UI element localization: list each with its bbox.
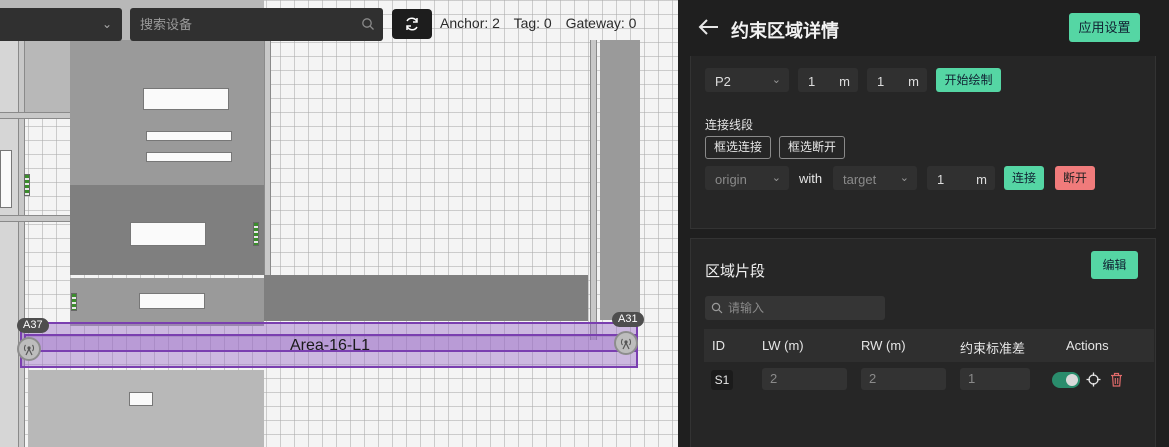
point-select[interactable]: P2 ⌄ — [705, 68, 789, 92]
search-icon — [711, 302, 723, 314]
column-header: Actions — [1066, 338, 1109, 353]
floorplan-block — [600, 40, 640, 320]
connect-section-label: 连接线段 — [705, 118, 754, 132]
point-x-value: 1 — [808, 74, 816, 89]
segments-table: ID LW (m) RW (m) 约束标准差 Actions S1 2 2 1 — [704, 329, 1154, 400]
device-search[interactable] — [130, 8, 383, 41]
start-draw-button[interactable]: 开始绘制 — [936, 68, 1001, 92]
floorplan-rack — [253, 222, 259, 246]
chevron-down-icon: ⌄ — [899, 172, 909, 184]
point-x-unit: m — [839, 74, 850, 89]
floorplan-wall — [18, 40, 25, 447]
app-root: Area-16-L1 A37 A31 ⌄ Anchor: 2 Tag: 0 Ga… — [0, 0, 1169, 447]
floorplan-rack — [71, 293, 77, 311]
drawing-card: P2 ⌄ 1 m 1 m 开始绘制 连接线段 框选连接 框选断开 origin … — [690, 56, 1156, 229]
column-header: ID — [712, 338, 725, 353]
disconnect-button[interactable]: 断开 — [1055, 166, 1095, 190]
segment-enable-toggle[interactable] — [1052, 372, 1080, 388]
box-connect-button[interactable]: 框选连接 — [705, 136, 772, 159]
distance-unit: m — [976, 172, 987, 187]
locate-icon[interactable] — [1086, 372, 1101, 387]
segment-search-input[interactable] — [728, 296, 878, 320]
origin-select-value: origin — [715, 172, 747, 187]
floorplan-desk — [0, 150, 12, 208]
refresh-icon — [406, 17, 418, 31]
floorplan-desk — [139, 293, 205, 309]
chevron-down-icon: ⌄ — [101, 17, 112, 31]
floorplan-wall — [590, 40, 597, 340]
floorplan-desk — [130, 222, 206, 246]
page-title: 约束区域详情 — [731, 21, 839, 41]
connect-button[interactable]: 连接 — [1004, 166, 1044, 190]
floor-map[interactable]: Area-16-L1 A37 A31 ⌄ Anchor: 2 Tag: 0 Ga… — [0, 0, 678, 447]
edit-button[interactable]: 编辑 — [1091, 251, 1138, 279]
device-stats: Anchor: 2 Tag: 0 Gateway: 0 — [440, 15, 646, 31]
floorplan-block — [70, 40, 264, 185]
segments-card: 区域片段 编辑 ID LW (m) RW (m) 约束标准差 Actions S… — [690, 238, 1156, 447]
detail-panel: 约束区域详情 应用设置 P2 ⌄ 1 m 1 m 开始绘制 连接线段 框选连接 … — [678, 0, 1169, 447]
chevron-down-icon: ⌄ — [771, 74, 781, 86]
std-input[interactable]: 1 — [960, 368, 1030, 390]
refresh-button[interactable] — [392, 9, 432, 39]
floorplan-block — [0, 40, 18, 447]
table-header: ID LW (m) RW (m) 约束标准差 Actions — [704, 329, 1154, 362]
column-header: LW (m) — [762, 338, 804, 353]
apply-settings-button[interactable]: 应用设置 — [1069, 13, 1140, 42]
point-select-value: P2 — [715, 74, 731, 89]
floorplan-desk — [129, 392, 153, 406]
anchor-label-a31: A31 — [612, 312, 644, 327]
area-label: Area-16-L1 — [290, 337, 371, 354]
anchor-label-a37: A37 — [17, 318, 49, 333]
point-y-unit: m — [908, 74, 919, 89]
gateway-count: Gateway: 0 — [565, 15, 637, 31]
box-disconnect-button[interactable]: 框选断开 — [779, 136, 846, 159]
floorplan-desk — [146, 152, 232, 162]
segment-search[interactable] — [705, 296, 885, 320]
panel-header: 约束区域详情 应用设置 — [678, 0, 1169, 56]
distance-input[interactable]: 1 m — [927, 166, 995, 190]
anchor-icon[interactable] — [614, 331, 638, 355]
with-label: with — [799, 171, 823, 186]
floorplan-desk — [146, 131, 232, 141]
floorplan-wall — [0, 112, 70, 119]
table-row: S1 2 2 1 — [704, 362, 1154, 400]
point-y-value: 1 — [877, 74, 885, 89]
target-select-value: target — [843, 172, 877, 187]
search-icon — [362, 18, 374, 30]
floorplan-wall — [0, 215, 70, 222]
device-search-input[interactable] — [140, 8, 350, 41]
distance-value: 1 — [937, 172, 945, 187]
floorplan-block — [264, 275, 588, 321]
column-header: 约束标准差 — [960, 341, 1026, 356]
anchor-icon[interactable] — [17, 337, 41, 361]
floorplan-block — [28, 370, 264, 447]
origin-select[interactable]: origin ⌄ — [705, 166, 789, 190]
target-select[interactable]: target ⌄ — [833, 166, 917, 190]
back-arrow-icon[interactable] — [698, 16, 720, 38]
floorplan-wall — [264, 40, 271, 275]
column-header: RW (m) — [861, 338, 906, 353]
trash-icon[interactable] — [1109, 372, 1124, 387]
chevron-down-icon: ⌄ — [771, 172, 781, 184]
map-select-dropdown[interactable]: ⌄ — [0, 8, 122, 41]
point-y-input[interactable]: 1 m — [867, 68, 927, 92]
anchor-count: Anchor: 2 — [440, 15, 500, 31]
segment-id: S1 — [711, 370, 733, 390]
segments-title: 区域片段 — [705, 263, 766, 280]
rw-input[interactable]: 2 — [861, 368, 946, 390]
floorplan-rack — [24, 174, 30, 196]
lw-input[interactable]: 2 — [762, 368, 847, 390]
floorplan-desk — [143, 88, 229, 110]
point-x-input[interactable]: 1 m — [798, 68, 858, 92]
tag-count: Tag: 0 — [513, 15, 552, 31]
